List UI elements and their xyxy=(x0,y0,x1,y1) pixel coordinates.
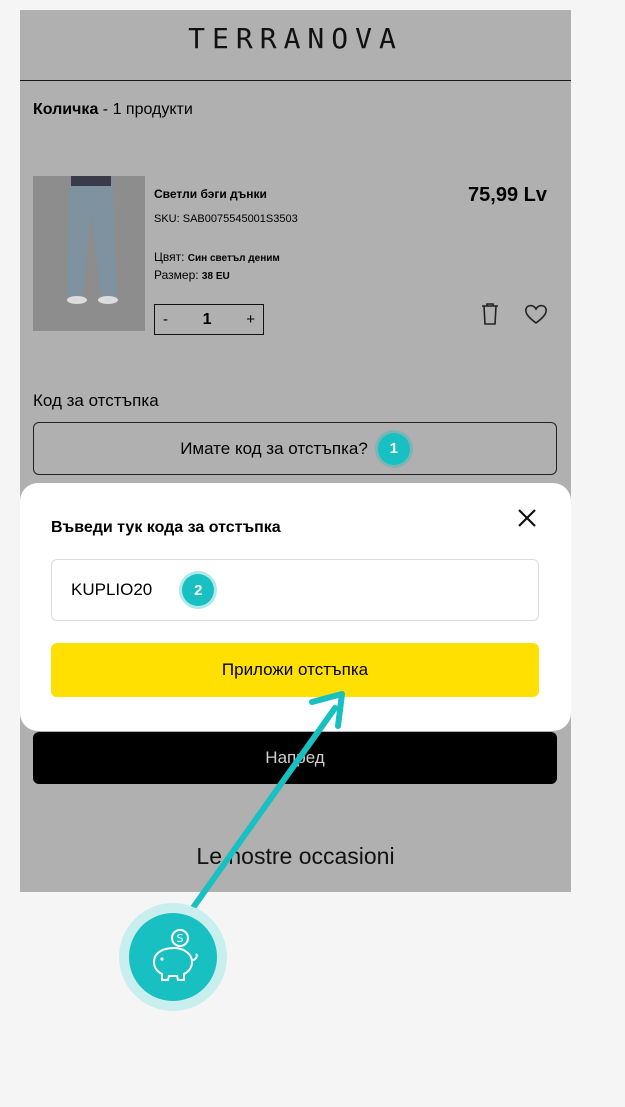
modal-title: Въведи тук кода за отстъпка xyxy=(51,519,281,536)
apply-discount-button[interactable]: Приложи отстъпка xyxy=(51,643,539,697)
logo[interactable]: TERRANOVA xyxy=(20,22,571,55)
cart-title-label: Количка xyxy=(33,101,99,118)
heart-icon[interactable] xyxy=(524,303,548,325)
size-value: 38 EU xyxy=(201,271,230,282)
svg-text:S: S xyxy=(177,932,184,945)
qty-value: 1 xyxy=(202,310,212,328)
discount-toggle-label: Имате код за отстъпка? xyxy=(180,438,368,458)
piggy-bank-badge: S xyxy=(119,903,227,1011)
product-size: Размер: 38 EU xyxy=(154,268,230,282)
product-image[interactable] xyxy=(33,176,145,331)
qty-minus-button[interactable]: - xyxy=(163,311,168,328)
discount-section-label: Код за отстъпка xyxy=(33,391,159,410)
product-price: 75,99 Lv xyxy=(468,184,547,206)
product-sku: SKU: SAB0075545001S3503 xyxy=(154,213,298,225)
color-label: Цвят: xyxy=(154,250,188,264)
step-2-badge: 2 xyxy=(182,574,215,606)
color-value: Син светъл деним xyxy=(187,253,280,264)
footer-heading: Le nostre occasioni xyxy=(196,843,395,869)
next-button[interactable]: Напред xyxy=(33,732,557,784)
discount-code-value: KUPLIO20 xyxy=(71,580,153,599)
discount-modal: Въведи тук кода за отстъпка KUPLIO20 2 П… xyxy=(20,483,571,731)
site-header: TERRANOVA xyxy=(20,10,571,81)
cart-title: Количка - 1 продукти xyxy=(33,101,193,119)
size-label: Размер: xyxy=(154,268,202,282)
cart-count: - 1 продукти xyxy=(98,101,193,118)
step-1-badge: 1 xyxy=(377,432,410,465)
page-background: TERRANOVA Количка - 1 продукти Светли бэ… xyxy=(20,10,571,892)
product-name[interactable]: Светли бэги дънки xyxy=(154,187,267,201)
qty-plus-button[interactable]: + xyxy=(246,311,255,328)
trash-icon[interactable] xyxy=(480,302,500,326)
discount-toggle-button[interactable]: Имате код за отстъпка? 1 xyxy=(33,422,557,475)
quantity-stepper: - 1 + xyxy=(154,304,264,335)
piggy-bank-icon: S xyxy=(152,929,198,981)
discount-code-input[interactable]: KUPLIO20 2 xyxy=(51,559,539,621)
close-icon[interactable] xyxy=(516,507,538,529)
product-color: Цвят: Син светъл деним xyxy=(154,250,280,264)
